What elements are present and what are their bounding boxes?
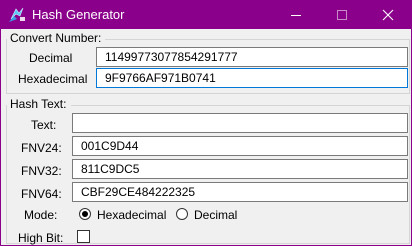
minimize-icon [291,15,301,16]
maximize-icon [337,10,347,20]
fnv64-label: FNV64: [21,187,62,201]
text-input[interactable] [72,113,408,133]
close-button[interactable] [365,1,411,29]
decimal-input[interactable] [96,47,408,67]
mode-decimal-label[interactable]: Decimal [194,208,237,222]
close-icon [382,9,394,21]
fnv24-output[interactable] [72,136,408,156]
fnv32-label: FNV32: [21,164,62,178]
mode-label: Mode: [24,208,58,222]
radio-selected-dot [82,211,88,217]
fnv24-label: FNV24: [21,141,62,155]
app-icon [8,7,26,23]
window-title: Hash Generator [32,7,125,22]
high-bit-checkbox[interactable] [77,230,90,243]
mode-hexadecimal-label[interactable]: Hexadecimal [97,208,166,222]
hash-generator-window: Hash Generator Convert Number: Decimal H… [0,0,412,246]
hexadecimal-input[interactable] [96,68,408,88]
minimize-button[interactable] [273,1,319,29]
text-label: Text: [31,118,57,132]
decimal-label: Decimal [29,51,73,65]
high-bit-label: High Bit: [18,231,64,245]
mode-hexadecimal-radio[interactable] [79,208,91,220]
hexadecimal-label: Hexadecimal [18,72,88,86]
title-bar[interactable]: Hash Generator [1,1,411,29]
mode-decimal-radio[interactable] [176,208,188,220]
fnv32-output[interactable] [72,159,408,179]
maximize-button[interactable] [319,1,365,29]
fnv64-output[interactable] [72,182,408,202]
